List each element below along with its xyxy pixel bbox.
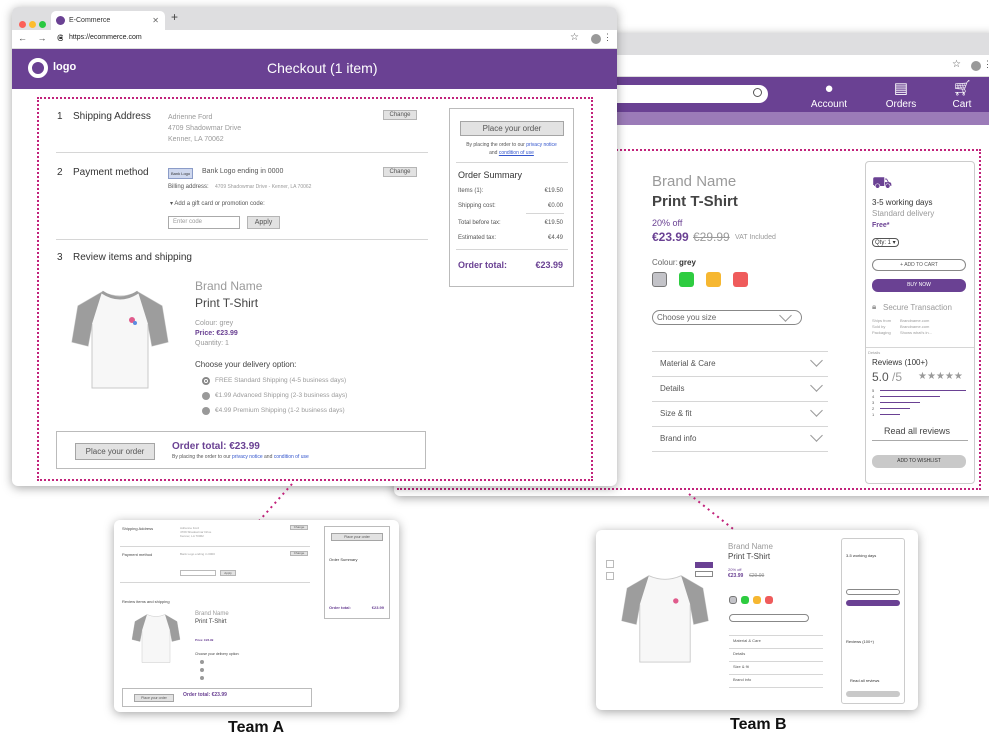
thumb-change-button[interactable]: Change <box>290 551 308 556</box>
thumb-b-accordion[interactable]: Material & Care <box>733 638 761 643</box>
thumb-b-tshirt-image <box>621 575 709 663</box>
thumb-tshirt-image <box>131 614 181 663</box>
thumb-a-address: Adrienne Ford 4709 Shadowmar Drive Kenne… <box>180 526 211 538</box>
thumb-apply-button[interactable]: Apply <box>220 570 236 576</box>
thumb-order-total: Order total: €23.99 <box>183 692 227 698</box>
thumb-b-reviews: Reviews (100+) <box>846 639 874 644</box>
thumb-b-old-price: €29.99 <box>749 573 765 579</box>
thumb-b-brand: Brand Name <box>728 542 773 551</box>
thumb-a-shipping: Shipping Address <box>122 526 154 531</box>
thumb-radio[interactable] <box>200 660 204 664</box>
thumb-b-swatch[interactable] <box>765 596 773 604</box>
thumb-radio[interactable] <box>200 676 204 680</box>
thumb-a-payment: Payment method <box>122 552 153 557</box>
thumb-b-tag-button[interactable] <box>695 562 713 568</box>
thumb-price: Price: €23.99 <box>195 638 214 642</box>
thumb-b-tag-button[interactable] <box>695 571 713 577</box>
thumb-b-accordion[interactable]: Details <box>733 651 745 656</box>
thumb-b-buy-now[interactable] <box>846 600 900 606</box>
team-a-thumbnail: Shipping Address Adrienne Ford 4709 Shad… <box>114 520 399 712</box>
thumb-b-swatch[interactable] <box>729 596 737 604</box>
thumb-b-size-select[interactable] <box>729 614 809 622</box>
thumb-b-image-thumb[interactable] <box>606 572 614 580</box>
thumb-summary-total-label: Order total: <box>329 605 351 610</box>
thumb-b-price: €23.99 <box>728 573 744 579</box>
thumb-summary-total-value: €23.99 <box>371 605 384 610</box>
thumb-summary-place-order[interactable]: Place your order <box>331 533 383 541</box>
thumb-brand: Brand Name <box>195 611 229 617</box>
thumb-summary-box: Place your order Order Summary Order tot… <box>324 526 390 619</box>
thumb-b-product: Print T-Shirt <box>728 552 771 561</box>
thumb-b-swatch[interactable] <box>741 596 749 604</box>
thumb-change-button[interactable]: Change <box>290 525 308 530</box>
thumb-promo-input[interactable] <box>180 570 216 576</box>
thumb-b-swatch[interactable] <box>753 596 761 604</box>
thumb-radio[interactable] <box>200 668 204 672</box>
thumb-b-buy-box: 3-5 working days Reviews (100+) Read all… <box>841 538 905 704</box>
thumb-place-order-button[interactable]: Place your order <box>134 694 174 702</box>
thumb-address-line: Kenner, LA 70062 <box>180 534 204 538</box>
thumb-b-accordion[interactable]: Brand info <box>733 677 751 682</box>
thumb-b-accordion[interactable]: Size & fit <box>733 664 749 669</box>
thumb-b-image-thumb[interactable] <box>606 560 614 568</box>
thumb-b-add-to-cart[interactable] <box>846 589 900 595</box>
thumb-delivery-heading: Choose your delivery option: <box>195 652 240 656</box>
thumb-product: Print T-Shirt <box>195 619 227 625</box>
thumb-bottom-bar: Place your order Order total: €23.99 <box>122 688 312 707</box>
thumb-a-review: Review items and shipping <box>122 599 170 604</box>
thumb-b-read-all[interactable]: Read all reviews <box>850 678 879 683</box>
team-a-label: Team A <box>228 719 285 736</box>
thumb-b-wishlist[interactable] <box>846 691 900 697</box>
thumb-b-discount: 20% off <box>728 567 742 572</box>
thumb-b-delivery-days: 3-5 working days <box>846 553 877 558</box>
thumb-a-card: Bank Logo ending in 0000 <box>180 552 215 556</box>
thumb-summary-heading: Order Summary <box>329 557 358 562</box>
team-b-thumbnail: Brand Name Print T-Shirt 20% off €23.99 … <box>596 530 918 710</box>
team-b-label: Team B <box>730 716 787 733</box>
